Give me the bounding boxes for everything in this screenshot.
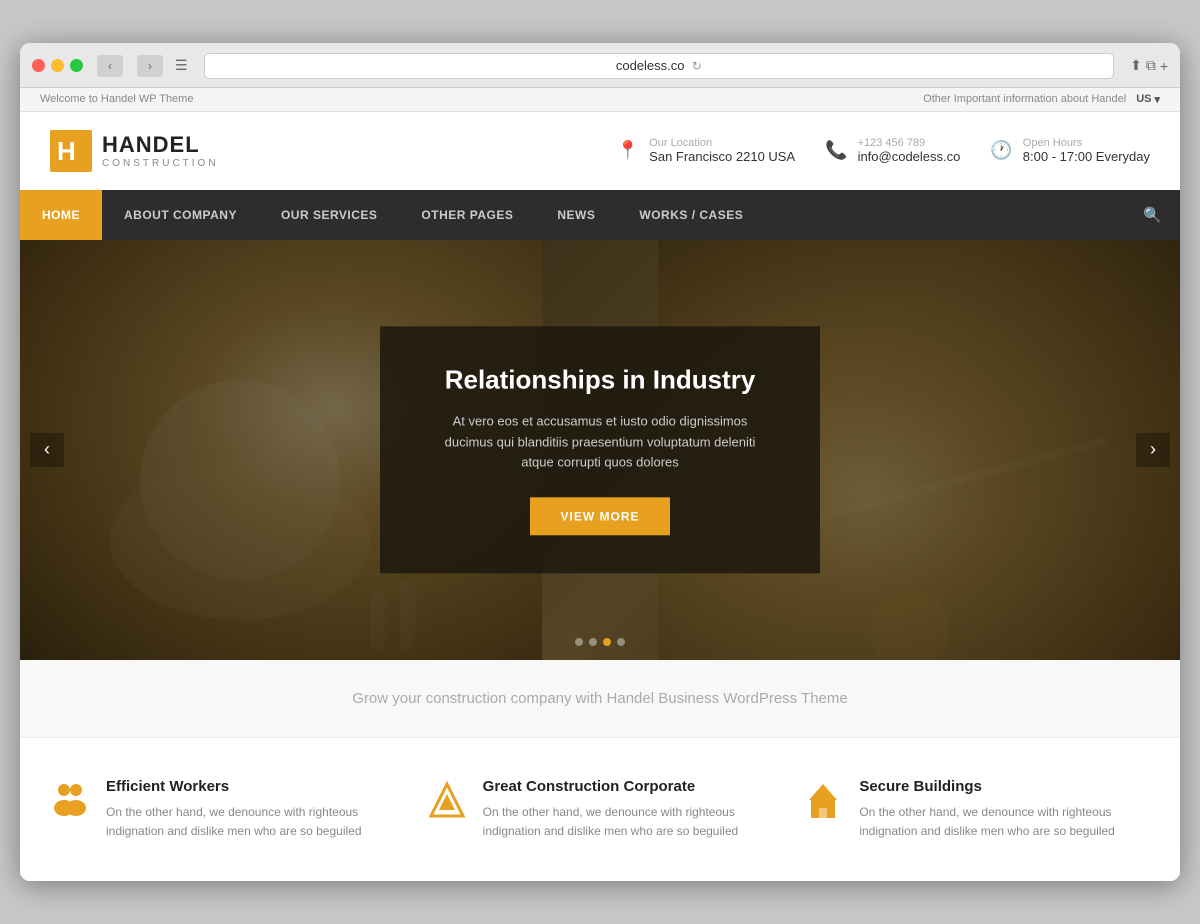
dot-2[interactable] [589, 638, 597, 646]
nav-item-home[interactable]: HOME [20, 190, 102, 240]
feature-workers-desc: On the other hand, we denounce with righ… [106, 803, 397, 841]
workers-icon [50, 780, 90, 829]
browser-window: ‹ › ☰ codeless.co ↻ ⬆ ⧉ + Welcome to Han… [20, 43, 1180, 881]
hours-value: 8:00 - 17:00 Everyday [1023, 149, 1150, 164]
hero-slider: ‹ Relationships in Industry At vero eos … [20, 240, 1180, 660]
hero-description: At vero eos et accusamus et iusto odio d… [435, 411, 765, 473]
traffic-light-red[interactable] [32, 59, 45, 72]
location-label: Our Location [649, 137, 795, 149]
tagline-text: Grow your construction company with Hand… [50, 690, 1150, 707]
slider-dots [575, 638, 625, 646]
dot-3[interactable] [603, 638, 611, 646]
hero-view-more-button[interactable]: VIEW MORE [530, 498, 669, 536]
phone-details: +123 456 789 info@codeless.co [858, 137, 961, 164]
top-bar-right: Other Important information about Handel… [923, 93, 1160, 106]
url-text: codeless.co [616, 58, 685, 73]
phone-info: 📞 +123 456 789 info@codeless.co [825, 137, 960, 164]
new-tab-button[interactable]: ⧉ [1146, 57, 1156, 74]
traffic-light-yellow[interactable] [51, 59, 64, 72]
logo-text: HANDEL CONSTRUCTION [102, 132, 219, 169]
site-header: H HANDEL CONSTRUCTION 📍 Our Location San… [20, 112, 1180, 190]
search-icon[interactable]: 🔍 [1125, 190, 1180, 240]
hero-content-box: Relationships in Industry At vero eos et… [380, 326, 820, 573]
feature-buildings-text: Secure Buildings On the other hand, we d… [859, 778, 1150, 841]
location-details: Our Location San Francisco 2210 USA [649, 137, 795, 164]
svg-text:H: H [57, 136, 76, 166]
location-value: San Francisco 2210 USA [649, 149, 795, 164]
nav-spacer [765, 190, 1125, 240]
logo-brand-name: HANDEL [102, 132, 219, 158]
browser-chrome: ‹ › ☰ codeless.co ↻ ⬆ ⧉ + [20, 43, 1180, 88]
dot-1[interactable] [575, 638, 583, 646]
phone-icon: 📞 [825, 140, 847, 161]
feature-item-buildings: Secure Buildings On the other hand, we d… [803, 778, 1150, 841]
nav-item-works[interactable]: WORKS / CASES [617, 190, 765, 240]
features-section: Efficient Workers On the other hand, we … [20, 738, 1180, 881]
address-bar[interactable]: codeless.co ↻ [204, 53, 1115, 79]
header-contact-info: 📍 Our Location San Francisco 2210 USA 📞 … [617, 137, 1150, 164]
hours-info: 🕐 Open Hours 8:00 - 17:00 Everyday [990, 137, 1150, 164]
dot-4[interactable] [617, 638, 625, 646]
add-tab-button[interactable]: + [1160, 57, 1168, 74]
traffic-light-green[interactable] [70, 59, 83, 72]
browser-actions: ⬆ ⧉ + [1130, 57, 1168, 74]
feature-corporate-desc: On the other hand, we denounce with righ… [483, 803, 774, 841]
hero-title: Relationships in Industry [435, 364, 765, 395]
top-bar: Welcome to Handel WP Theme Other Importa… [20, 88, 1180, 112]
feature-workers-text: Efficient Workers On the other hand, we … [106, 778, 397, 841]
forward-button[interactable]: › [137, 55, 163, 77]
sidebar-button[interactable]: ☰ [175, 57, 188, 74]
feature-item-workers: Efficient Workers On the other hand, we … [50, 778, 397, 841]
top-bar-left: Welcome to Handel WP Theme [40, 93, 193, 106]
corporate-icon [427, 780, 467, 829]
feature-buildings-desc: On the other hand, we denounce with righ… [859, 803, 1150, 841]
share-button[interactable]: ⬆ [1130, 57, 1142, 74]
buildings-icon [803, 780, 843, 829]
feature-corporate-title: Great Construction Corporate [483, 778, 774, 795]
logo[interactable]: H HANDEL CONSTRUCTION [50, 130, 219, 172]
slider-prev-button[interactable]: ‹ [30, 433, 64, 467]
hours-label: Open Hours [1023, 137, 1150, 149]
top-bar-info: Other Important information about Handel [923, 93, 1126, 105]
feature-item-corporate: Great Construction Corporate On the othe… [427, 778, 774, 841]
refresh-icon[interactable]: ↻ [692, 59, 702, 73]
language-label: US [1136, 93, 1151, 105]
slider-next-button[interactable]: › [1136, 433, 1170, 467]
tagline-section: Grow your construction company with Hand… [20, 660, 1180, 738]
hours-details: Open Hours 8:00 - 17:00 Everyday [1023, 137, 1150, 164]
logo-subtitle: CONSTRUCTION [102, 158, 219, 169]
location-icon: 📍 [617, 140, 639, 161]
lang-chevron-icon: ▾ [1154, 93, 1160, 106]
feature-workers-title: Efficient Workers [106, 778, 397, 795]
location-info: 📍 Our Location San Francisco 2210 USA [617, 137, 795, 164]
nav-item-about[interactable]: ABOUT COMPANY [102, 190, 259, 240]
clock-icon: 🕐 [990, 140, 1012, 161]
back-button[interactable]: ‹ [97, 55, 123, 77]
email-value: info@codeless.co [858, 149, 961, 164]
logo-icon: H [50, 130, 92, 172]
main-navigation: HOME ABOUT COMPANY OUR SERVICES OTHER PA… [20, 190, 1180, 240]
nav-item-news[interactable]: NEWS [535, 190, 617, 240]
nav-item-other-pages[interactable]: OTHER PAGES [399, 190, 535, 240]
language-selector[interactable]: US ▾ [1136, 93, 1160, 106]
nav-item-services[interactable]: OUR SERVICES [259, 190, 399, 240]
traffic-lights [32, 59, 83, 72]
feature-corporate-text: Great Construction Corporate On the othe… [483, 778, 774, 841]
phone-label: +123 456 789 [858, 137, 961, 149]
feature-buildings-title: Secure Buildings [859, 778, 1150, 795]
